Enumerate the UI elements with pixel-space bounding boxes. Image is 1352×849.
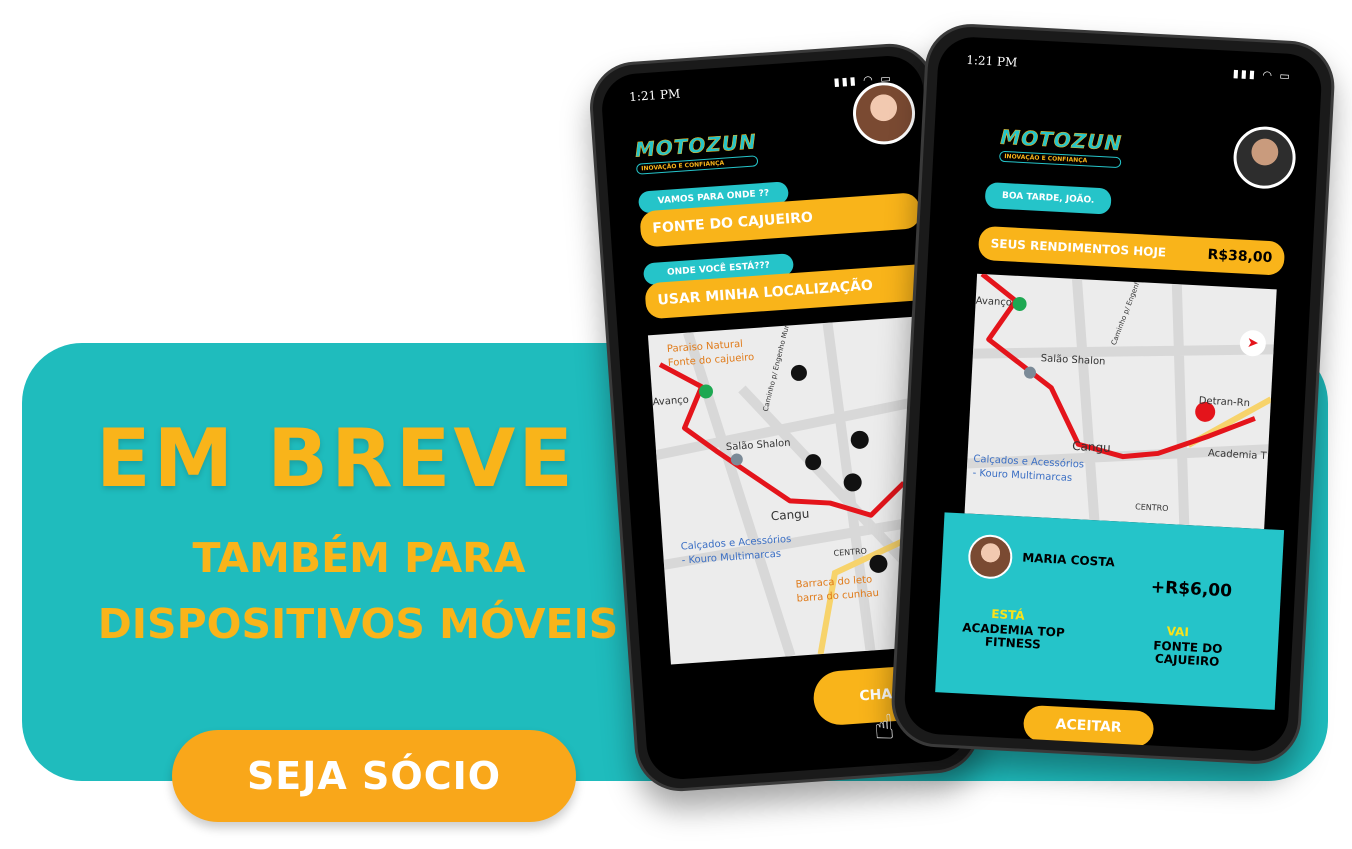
earnings-bar: SEUS RENDIMENTOS HOJE R$38,00 [977, 225, 1286, 276]
driver-avatar[interactable] [1231, 125, 1298, 191]
driver-map[interactable]: Avanço Salão Shalon Caminho p/ Engenho M… [964, 273, 1277, 530]
subheadline-line1: TAMBÉM PARA [192, 534, 526, 582]
map-label-cangu: Cangu [770, 506, 810, 524]
headline: EM BREVE [96, 412, 576, 505]
ride-from-place: ACADEMIA TOP FITNESS [961, 620, 1066, 652]
ride-to-label: VAI [1166, 624, 1190, 640]
passenger-avatar[interactable] [850, 80, 918, 147]
status-time: 1:21 PM [628, 86, 681, 105]
ride-passenger-avatar [967, 533, 1014, 580]
aceitar-button[interactable]: ACEITAR [1022, 704, 1155, 748]
ride-request-card: MARIA COSTA +R$6,00 ESTÁ ACADEMIA TOP FI… [935, 512, 1285, 710]
subheadline-line2: DISPOSITIVOS MÓVEIS [97, 600, 619, 648]
map-label-cangu: Cangu [1071, 438, 1112, 455]
earnings-label: SEUS RENDIMENTOS HOJE [990, 236, 1167, 260]
greeting-pill: BOA TARDE, JOÃO. [984, 182, 1112, 215]
seja-socio-button[interactable]: SEJA SÓCIO [172, 730, 576, 822]
motozun-logo: MOTOZUN INOVAÇÃO E CONFIANÇA [634, 129, 759, 175]
ride-to-place: FONTE DO CAJUEIRO [1152, 638, 1223, 669]
ride-fare: +R$6,00 [1150, 577, 1233, 602]
phone-driver: 1:21 PM ▮▮▮ ◠ ▭ MOTOZUN INOVAÇÃO E CONFI… [889, 21, 1337, 767]
ride-from-label: ESTÁ [990, 606, 1026, 623]
motozun-logo: MOTOZUN INOVAÇÃO E CONFIANÇA [999, 125, 1123, 169]
ride-passenger-name: MARIA COSTA [1021, 550, 1116, 570]
earnings-value: R$38,00 [1207, 246, 1273, 267]
status-icons: ▮▮▮ ◠ ▭ [1232, 66, 1293, 83]
map-label-centro: CENTRO [1134, 502, 1169, 514]
phone-driver-screen: 1:21 PM ▮▮▮ ◠ ▭ MOTOZUN INOVAÇÃO E CONFI… [902, 35, 1324, 753]
map-label-avanco: Avanço [975, 295, 1013, 309]
status-time: 1:21 PM [965, 52, 1018, 70]
